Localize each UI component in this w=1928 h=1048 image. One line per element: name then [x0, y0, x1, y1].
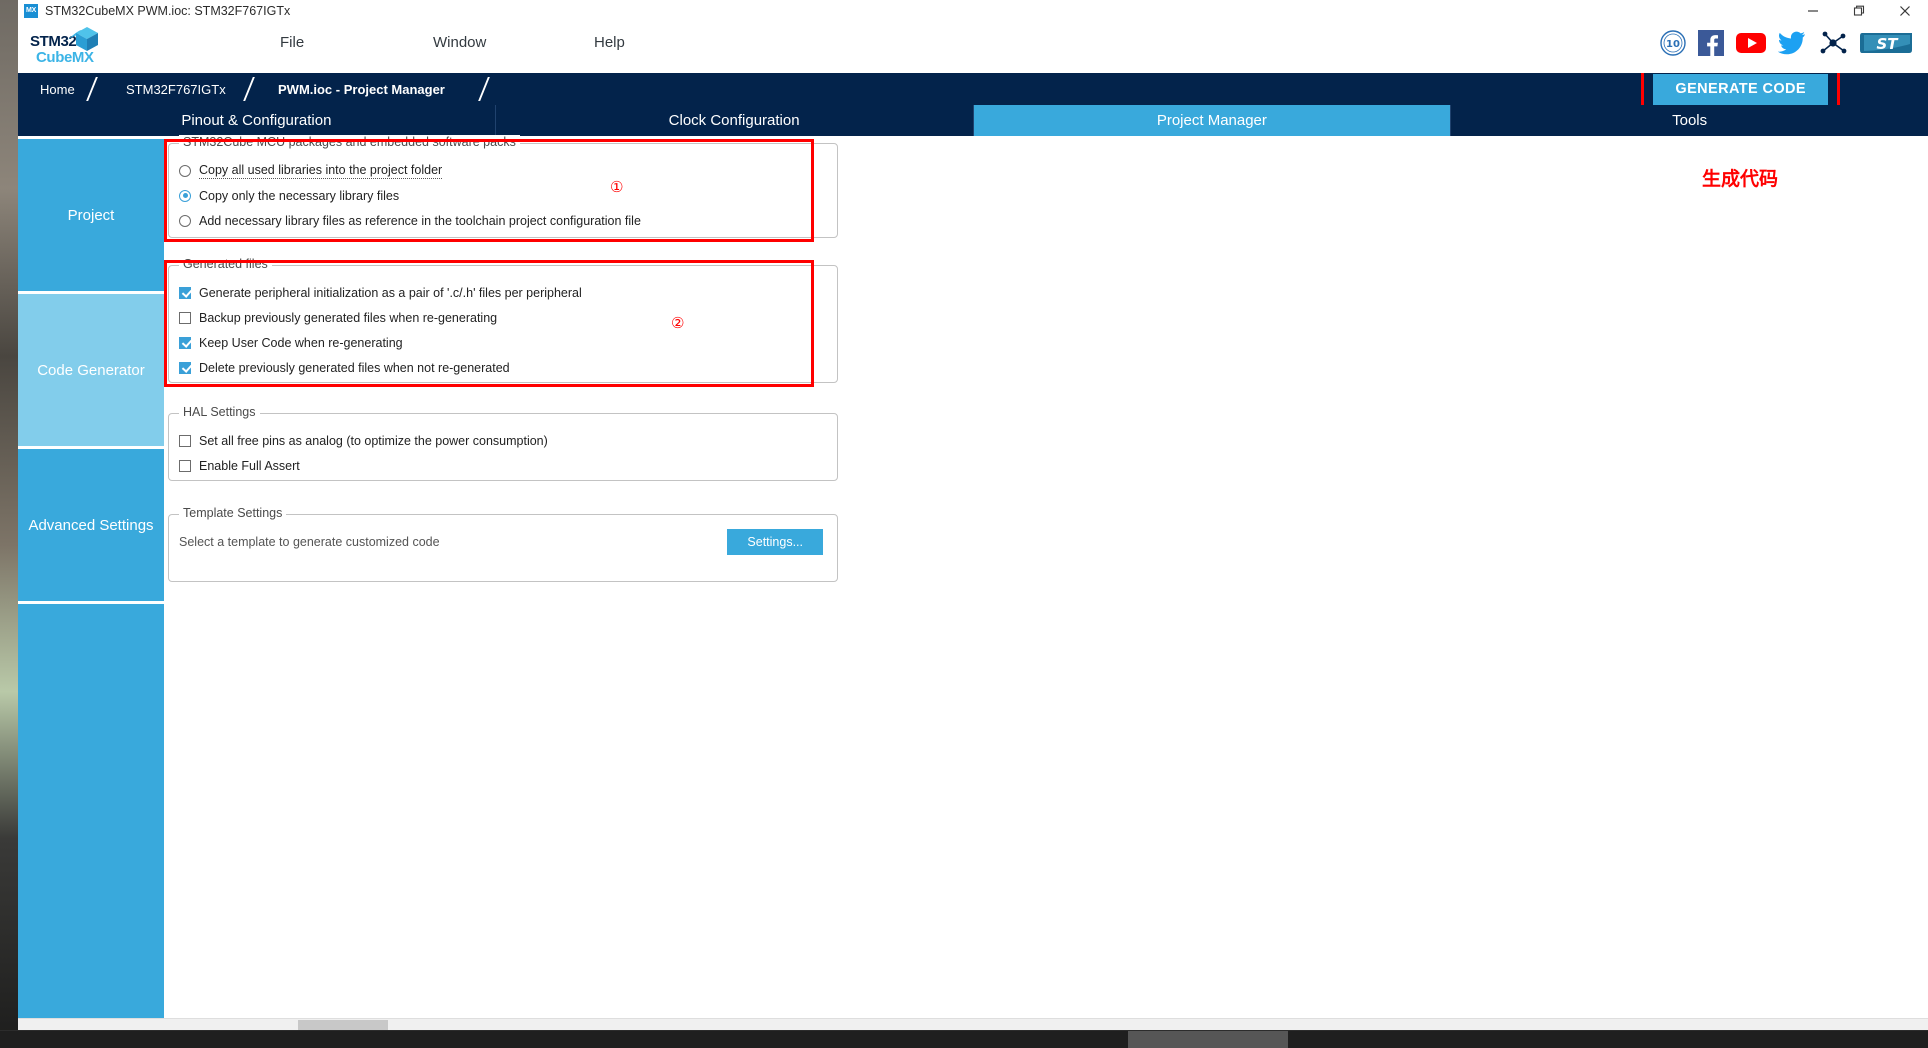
option-label: Keep User Code when re-generating [199, 335, 403, 350]
project-manager-sidebar: Project Code Generator Advanced Settings [18, 136, 164, 1030]
groupbox-hal-settings: HAL Settings Set all free pins as analog… [168, 405, 838, 481]
radio-icon[interactable] [179, 214, 191, 227]
code-generator-panel: 生成代码 STM32Cube MCU packages and embedded… [164, 135, 1928, 1030]
checkbox-delete-previously-generated[interactable]: Delete previously generated files when n… [179, 355, 827, 380]
facebook-icon[interactable] [1698, 30, 1724, 61]
breadcrumb-item-home[interactable]: Home [40, 73, 75, 105]
menu-strip: STM32 CubeMX File Window Help 10 ST [18, 22, 1928, 73]
window-title: STM32CubeMX PWM.ioc: STM32F767IGTx [45, 4, 291, 18]
annotation-marker-2: ② [671, 314, 685, 332]
main-tabs: Pinout & Configuration Clock Configurati… [18, 105, 1928, 136]
generate-code-button[interactable]: GENERATE CODE [1653, 74, 1828, 105]
sidebar-item-label: Advanced Settings [28, 516, 154, 534]
scrollbar-thumb[interactable] [298, 1020, 388, 1030]
groupbox-template-settings: Template Settings Select a template to g… [168, 506, 838, 582]
window-controls [1790, 0, 1928, 22]
minimize-icon[interactable] [1790, 0, 1836, 22]
option-label: Add necessary library files as reference… [199, 213, 641, 228]
st-logo-icon[interactable]: ST [1860, 30, 1914, 61]
radio-add-as-reference[interactable]: Add necessary library files as reference… [179, 208, 827, 233]
breadcrumb-item-current[interactable]: PWM.ioc - Project Manager [278, 73, 445, 105]
menu-item-help[interactable]: Help [594, 34, 625, 51]
annotation-generate-code-cn: 生成代码 [1701, 168, 1778, 190]
checkbox-icon[interactable] [179, 311, 191, 324]
radio-copy-only-necessary[interactable]: Copy only the necessary library files [179, 183, 827, 208]
tab-clock-configuration[interactable]: Clock Configuration [494, 105, 973, 136]
checkbox-icon[interactable] [179, 361, 191, 374]
sidebar-item-label: Code Generator [37, 361, 145, 379]
taskbar-active-window[interactable] [1128, 1031, 1288, 1048]
option-label: Enable Full Assert [199, 458, 300, 473]
social-links: 10 ST [1660, 30, 1914, 61]
radio-copy-all-libraries[interactable]: Copy all used libraries into the project… [179, 158, 827, 183]
content-area: Project Code Generator Advanced Settings… [18, 135, 1928, 1030]
option-label: Backup previously generated files when r… [199, 310, 498, 325]
checkbox-keep-user-code[interactable]: Keep User Code when re-generating [179, 330, 827, 355]
checkbox-backup-previously-generated[interactable]: Backup previously generated files when r… [179, 305, 827, 330]
menu-item-file[interactable]: File [280, 34, 304, 51]
stm32cubemx-window: MX STM32CubeMX PWM.ioc: STM32F767IGTx ST… [18, 0, 1928, 1030]
title-bar: MX STM32CubeMX PWM.ioc: STM32F767IGTx [18, 0, 1928, 22]
logo-cube-icon [74, 26, 100, 57]
annotation-marker-1: ① [610, 178, 624, 196]
youtube-icon[interactable] [1736, 32, 1766, 59]
twitter-icon[interactable] [1777, 31, 1806, 60]
stm32cubemx-logo: STM32 CubeMX [30, 25, 108, 71]
breadcrumb: Home STM32F767IGTx PWM.ioc - Project Man… [18, 73, 1928, 105]
sidebar-item-project[interactable]: Project [18, 139, 164, 291]
svg-text:10: 10 [1666, 39, 1680, 50]
breadcrumb-separator-2 [243, 73, 269, 105]
checkbox-set-free-pins-analog[interactable]: Set all free pins as analog (to optimize… [179, 428, 827, 453]
groupbox-mcu-packages: STM32Cube MCU packages and embedded soft… [168, 135, 838, 238]
radio-icon[interactable] [179, 164, 191, 177]
sidebar-item-code-generator[interactable]: Code Generator [18, 294, 164, 446]
radio-icon[interactable] [179, 189, 191, 202]
breadcrumb-separator-1 [86, 73, 112, 105]
checkbox-generate-peripheral-init[interactable]: Generate peripheral initialization as a … [179, 280, 827, 305]
option-label: Set all free pins as analog (to optimize… [199, 433, 548, 448]
tab-tools[interactable]: Tools [1450, 105, 1928, 136]
menu-item-window[interactable]: Window [433, 34, 486, 51]
maximize-icon[interactable] [1836, 0, 1882, 22]
checkbox-icon[interactable] [179, 459, 191, 472]
generate-code-area: GENERATE CODE [1641, 73, 1840, 105]
groupbox-title: Template Settings [179, 506, 287, 520]
horizontal-scrollbar[interactable] [18, 1018, 1928, 1030]
mx-icon: MX [24, 4, 38, 18]
groupbox-title: HAL Settings [179, 405, 260, 419]
groupbox-title: Generated files [179, 257, 272, 271]
option-label: Copy only the necessary library files [199, 188, 400, 203]
sidebar-filler [18, 604, 164, 1030]
sidebar-item-advanced-settings[interactable]: Advanced Settings [18, 449, 164, 601]
option-label: Copy all used libraries into the project… [199, 162, 443, 179]
template-settings-row: Select a template to generate customized… [179, 529, 827, 555]
tab-pinout-configuration[interactable]: Pinout & Configuration [18, 105, 495, 136]
checkbox-icon[interactable] [179, 434, 191, 447]
breadcrumb-separator-3 [478, 73, 504, 105]
community-network-icon[interactable] [1818, 30, 1848, 61]
option-label: Generate peripheral initialization as a … [199, 285, 582, 300]
tab-project-manager[interactable]: Project Manager [972, 105, 1451, 136]
close-icon[interactable] [1882, 0, 1928, 22]
svg-text:ST: ST [1876, 35, 1899, 53]
checkbox-icon[interactable] [179, 286, 191, 299]
sidebar-item-label: Project [67, 206, 115, 224]
checkbox-enable-full-assert[interactable]: Enable Full Assert [179, 453, 827, 478]
groupbox-title: STM32Cube MCU packages and embedded soft… [179, 135, 520, 149]
groupbox-generated-files: Generated files Generate peripheral init… [168, 257, 838, 383]
breadcrumb-item-device[interactable]: STM32F767IGTx [126, 73, 226, 105]
ten-years-badge-icon[interactable]: 10 [1660, 30, 1686, 61]
checkbox-icon[interactable] [179, 336, 191, 349]
template-settings-button[interactable]: Settings... [727, 529, 823, 555]
template-description: Select a template to generate customized… [179, 535, 440, 549]
option-label: Delete previously generated files when n… [199, 360, 510, 375]
taskbar[interactable] [0, 1030, 1928, 1048]
